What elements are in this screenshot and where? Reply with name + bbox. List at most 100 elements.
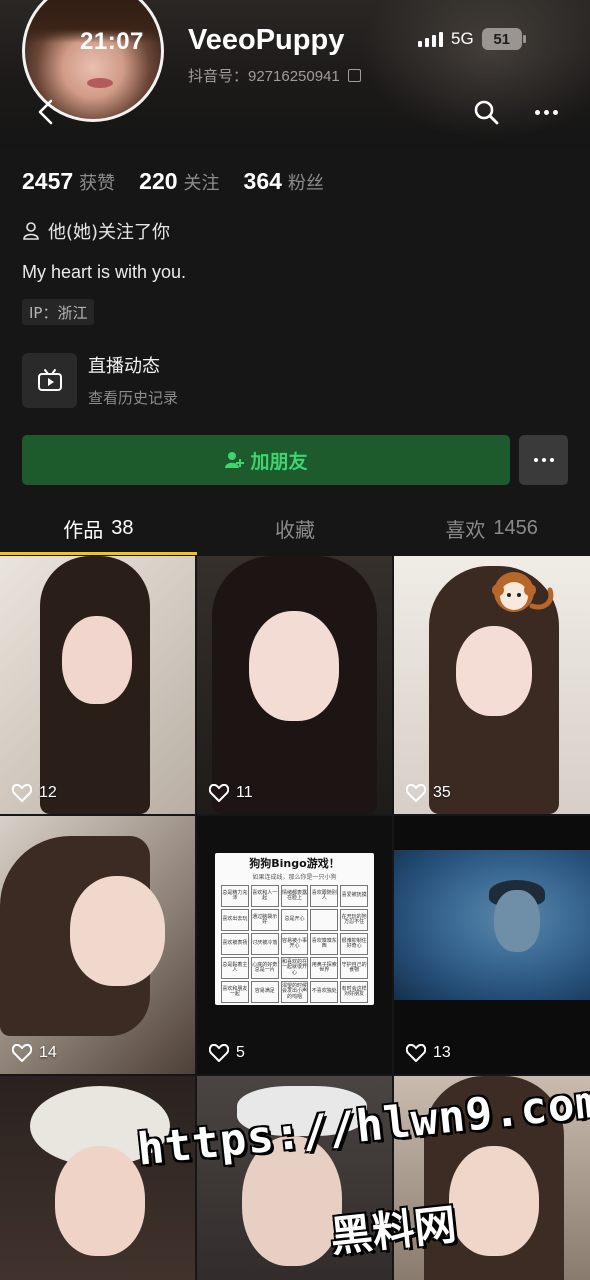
status-bar: 5G 51 (418, 28, 526, 50)
post-thumbnail[interactable]: 12 (0, 556, 195, 814)
post-thumbnail[interactable]: 狗狗Bingo游戏！ 如果连成线，那么你是一只小狗 总是精力充沛 喜欢和人一起 … (197, 816, 392, 1074)
add-friend-button[interactable]: 加朋友 (22, 435, 510, 485)
bingo-cell: 喜欢和朋友一起 (221, 981, 249, 1003)
copy-icon[interactable] (347, 69, 361, 82)
monkey-sticker-icon (492, 572, 554, 612)
stat-likes[interactable]: 2457 获赞 (22, 168, 115, 195)
follows-you-note: 他(她)关注了你 (22, 218, 170, 244)
heart-icon (12, 1044, 32, 1062)
add-friend-label: 加朋友 (250, 450, 308, 473)
bingo-cell: 喜欢被表扬 (221, 933, 249, 955)
bingo-cell: 和喜欢的在一起就很开心 (280, 957, 309, 979)
bingo-subtitle: 如果连成线，那么你是一只小狗 (252, 874, 337, 881)
bingo-cell: 讨厌被冷落 (250, 933, 279, 955)
post-thumbnail[interactable] (394, 1076, 590, 1280)
profile-stats: 2457 获赞 220 关注 364 粉丝 (22, 168, 348, 195)
stat-label: 粉丝 (287, 173, 324, 194)
post-likes: 14 (12, 1044, 57, 1062)
bingo-cell: 喜欢出去玩 (221, 909, 249, 931)
add-user-icon (225, 452, 245, 468)
bingo-cell: 通过脑袋示好 (250, 909, 279, 931)
back-icon[interactable] (34, 98, 56, 126)
posts-grid: 12 11 35 14 狗狗Bingo游戏！ 如果连成线，那么你是一只小狗 总是… (0, 556, 590, 1280)
heart-icon (12, 784, 32, 802)
bingo-cell: 用鼻子探索世界 (310, 957, 339, 979)
bingo-cell (310, 909, 339, 931)
heart-icon (406, 1044, 426, 1062)
bingo-cell: 喜欢跟随别人 (310, 885, 339, 907)
search-icon[interactable] (472, 98, 500, 126)
heart-icon (209, 784, 229, 802)
stat-followers[interactable]: 364 粉丝 (244, 168, 324, 195)
post-likes: 11 (209, 784, 253, 802)
live-history-entry[interactable]: 直播动态 查看历史记录 (22, 352, 178, 408)
bingo-cell: 渴望的时候会发出小声的呜咽 (280, 981, 309, 1003)
bingo-cell: 喜欢嗅嗅东西 (310, 933, 339, 955)
post-likes-count: 12 (39, 784, 57, 801)
more-options-button[interactable] (519, 435, 568, 485)
post-thumbnail[interactable]: 13 (394, 816, 590, 1074)
user-icon (23, 222, 39, 240)
bio: My heart is with you. (22, 262, 187, 282)
video-still (394, 850, 590, 1000)
post-thumbnail[interactable]: 14 (0, 816, 195, 1074)
post-thumbnail[interactable] (197, 1076, 392, 1280)
bingo-cell: 喜爱被抚摸 (340, 885, 368, 907)
post-likes-count: 11 (236, 784, 253, 801)
post-likes-count: 35 (433, 784, 451, 801)
network-type: 5G (451, 29, 474, 48)
tab-count: 1456 (493, 516, 538, 539)
bingo-grid: 总是精力充沛 喜欢和人一起 情绪都表露在脸上 喜欢跟随别人 喜爱被抚摸 喜欢出去… (221, 885, 368, 1003)
bingo-cell: 很难抑制住好奇心 (340, 933, 368, 955)
tab-count: 38 (111, 516, 134, 539)
heart-icon (209, 1044, 229, 1062)
tab-works[interactable]: 作品 38 (0, 503, 197, 555)
tab-label: 喜欢 (445, 517, 486, 542)
username: VeeoPuppy (188, 24, 345, 56)
post-likes-count: 5 (236, 1044, 245, 1061)
signal-icon (418, 31, 443, 47)
heart-icon (406, 784, 426, 802)
battery-icon: 51 (481, 28, 526, 50)
stat-label: 关注 (183, 173, 220, 194)
bingo-title: 狗狗Bingo游戏！ (249, 857, 340, 870)
bingo-cell: 容易满足 (250, 981, 279, 1003)
bingo-cell: 喜欢和人一起 (250, 885, 279, 907)
post-likes-count: 13 (433, 1044, 451, 1061)
stat-label: 获赞 (79, 173, 116, 194)
douyin-id-text: 抖音号：92716250941 (188, 68, 340, 85)
avatar-lip (87, 78, 113, 88)
post-likes: 13 (406, 1044, 451, 1062)
follows-you-text: 他(她)关注了你 (48, 222, 171, 243)
stat-number: 2457 (22, 168, 74, 194)
post-thumbnail[interactable] (0, 1076, 195, 1280)
ip-location-tag: IP：浙江 (22, 299, 95, 325)
bingo-cell: 有时会这样对好朋友 (340, 981, 368, 1003)
tab-label: 作品 (63, 517, 104, 542)
bingo-cell: 总是开心 (280, 909, 309, 931)
bingo-cell: 不喜欢独处 (310, 981, 339, 1003)
tab-favorites[interactable]: 收藏 (197, 503, 394, 553)
post-likes: 12 (12, 784, 57, 802)
stat-number: 220 (139, 168, 178, 194)
bingo-cell: 总是黏着主人 (221, 957, 249, 979)
post-likes: 35 (406, 784, 451, 802)
live-subtitle: 查看历史记录 (88, 389, 179, 407)
douyin-id: 抖音号：92716250941 (188, 65, 361, 86)
live-title: 直播动态 (88, 356, 160, 377)
post-likes: 5 (209, 1044, 245, 1062)
live-tv-icon (22, 352, 77, 408)
bingo-cell: 心底的好奇总是一片 (250, 957, 279, 979)
post-likes-count: 14 (39, 1044, 57, 1061)
bingo-cell: 守护自己的食物 (340, 957, 368, 979)
bingo-cell: 容易被小事开心 (280, 933, 309, 955)
bingo-cell: 总是精力充沛 (221, 885, 249, 907)
stat-following[interactable]: 220 关注 (139, 168, 219, 195)
tab-likes[interactable]: 喜欢 1456 (393, 503, 590, 553)
status-time: 21:07 (80, 28, 144, 55)
bingo-cell: 在开玩的地方忍不住 (340, 909, 368, 931)
more-icon[interactable] (532, 98, 560, 126)
tab-label: 收藏 (275, 517, 315, 542)
post-thumbnail[interactable]: 11 (197, 556, 392, 814)
profile-tabs: 作品 38 收藏 喜欢 1456 (0, 503, 590, 555)
